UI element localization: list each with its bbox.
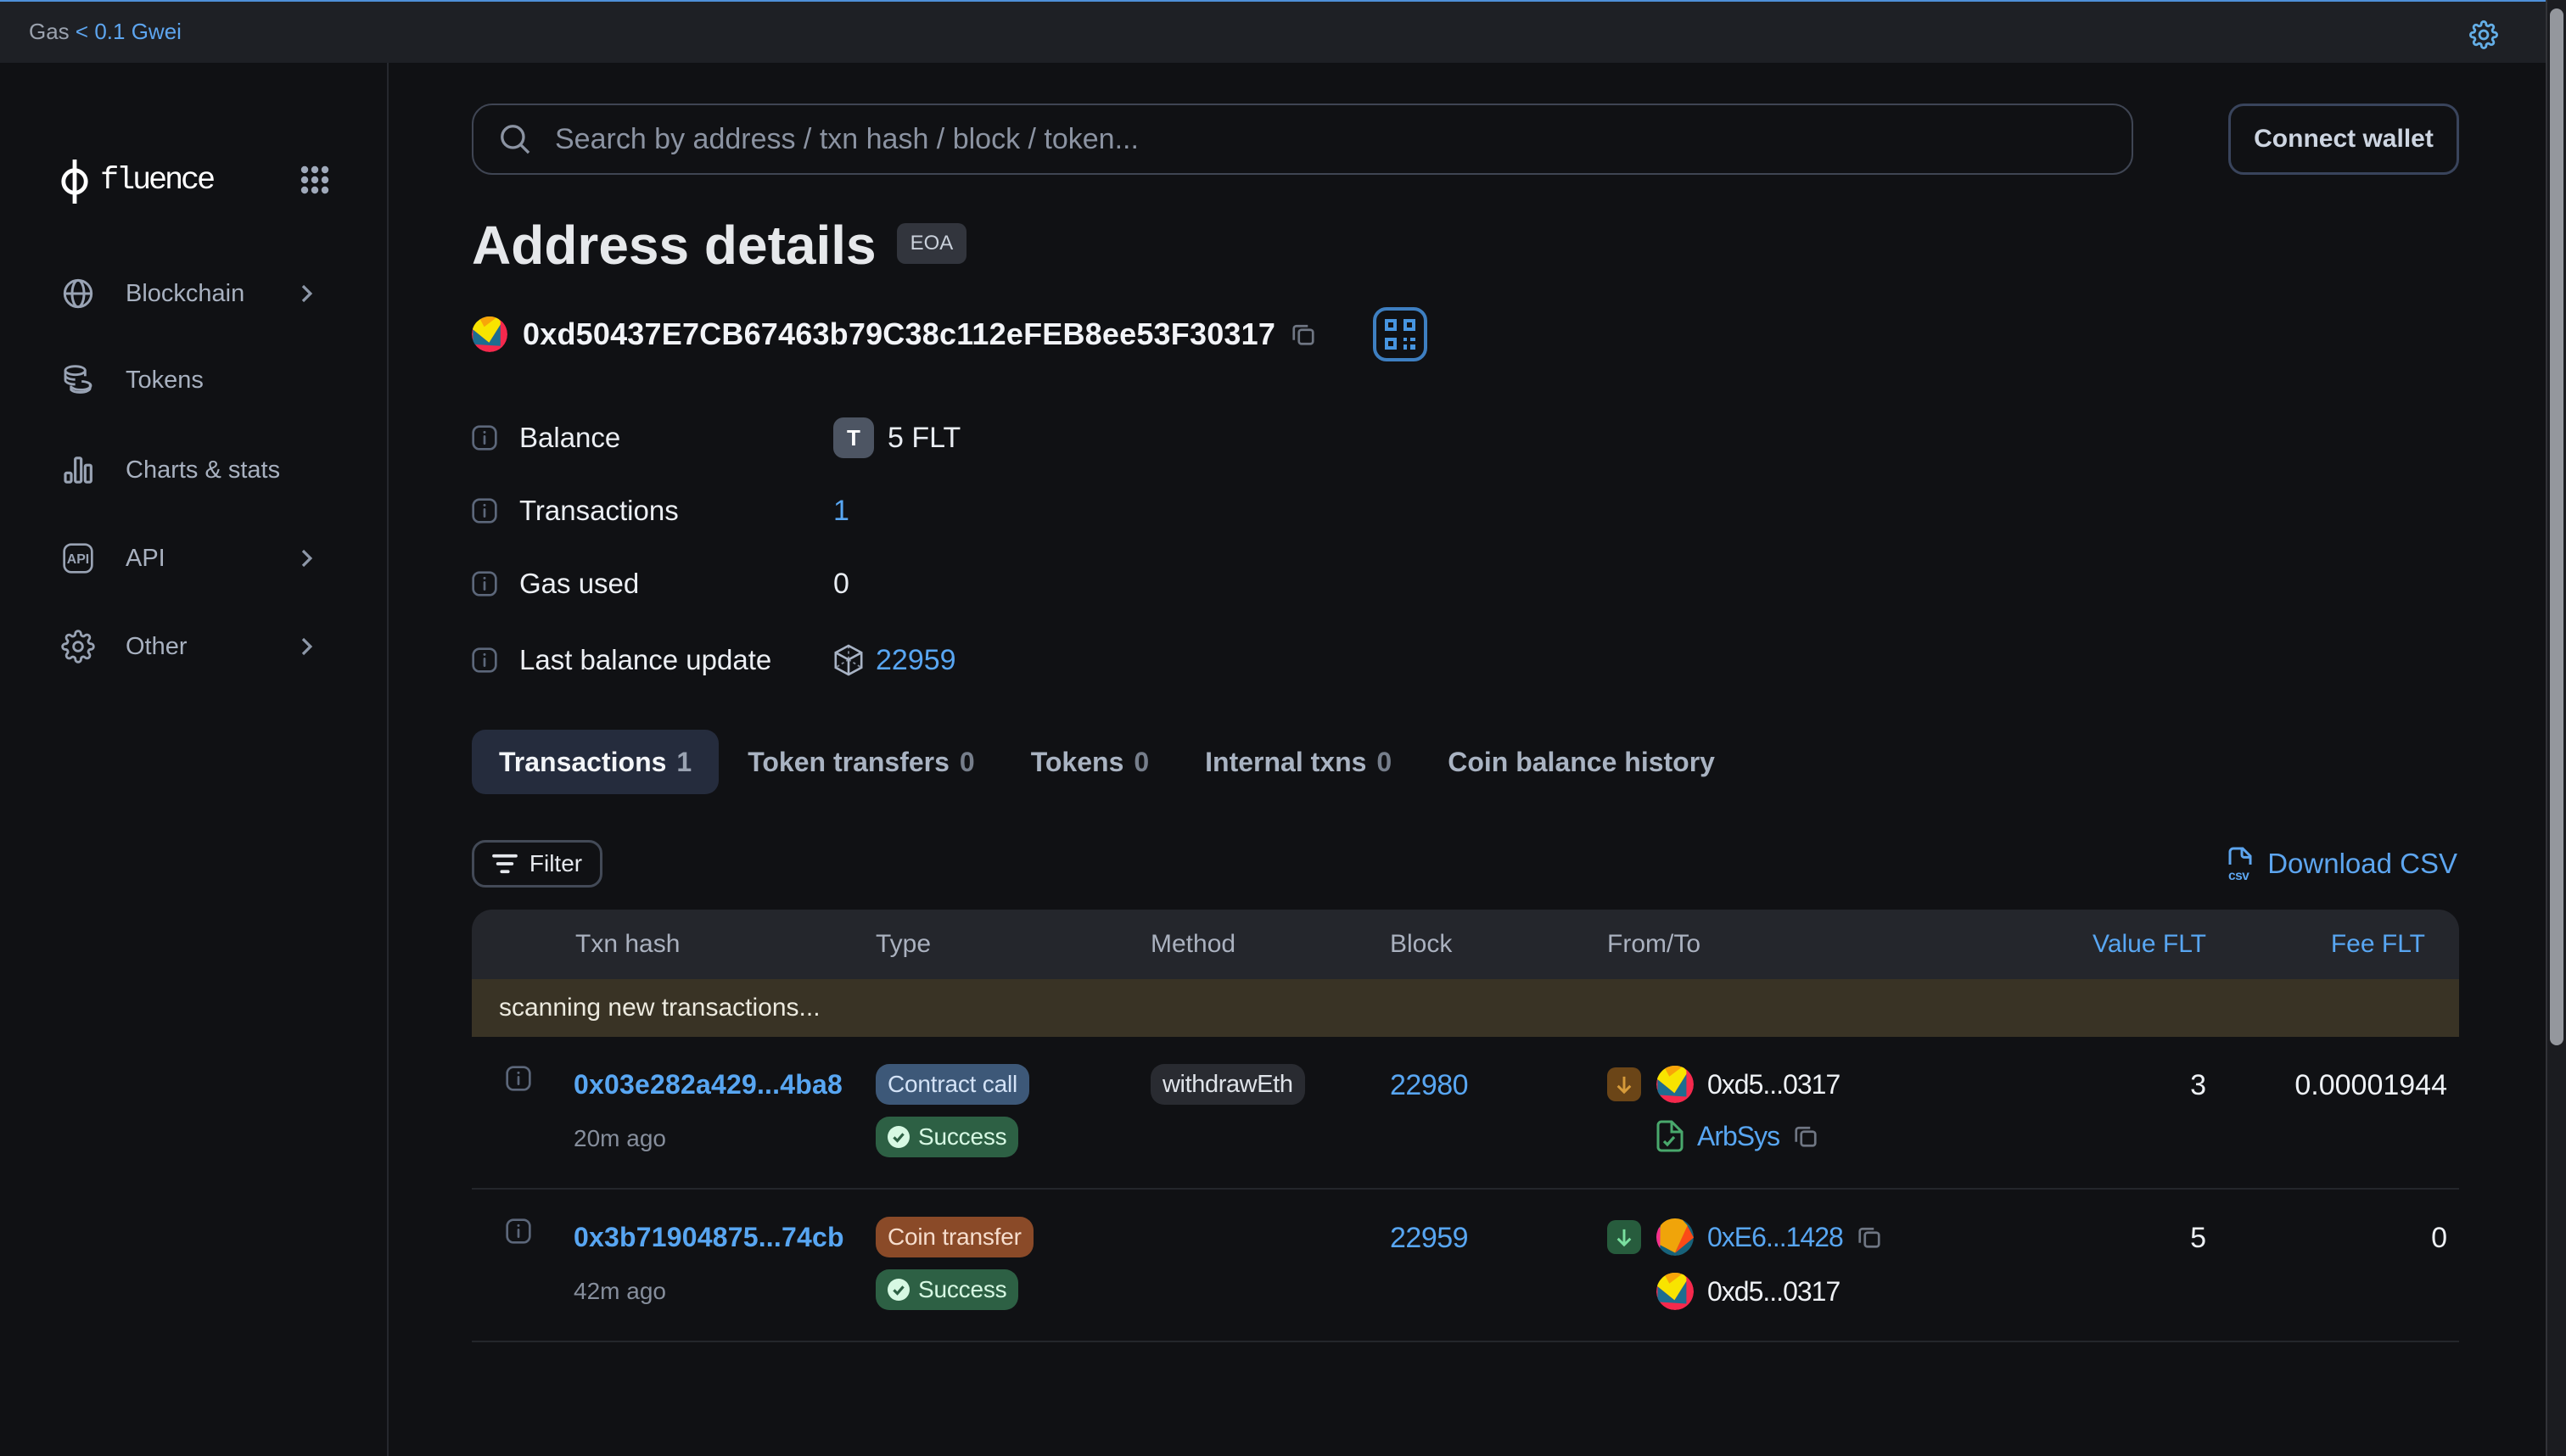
svg-text:csv: csv <box>2228 869 2249 881</box>
svg-text:API: API <box>67 552 89 567</box>
